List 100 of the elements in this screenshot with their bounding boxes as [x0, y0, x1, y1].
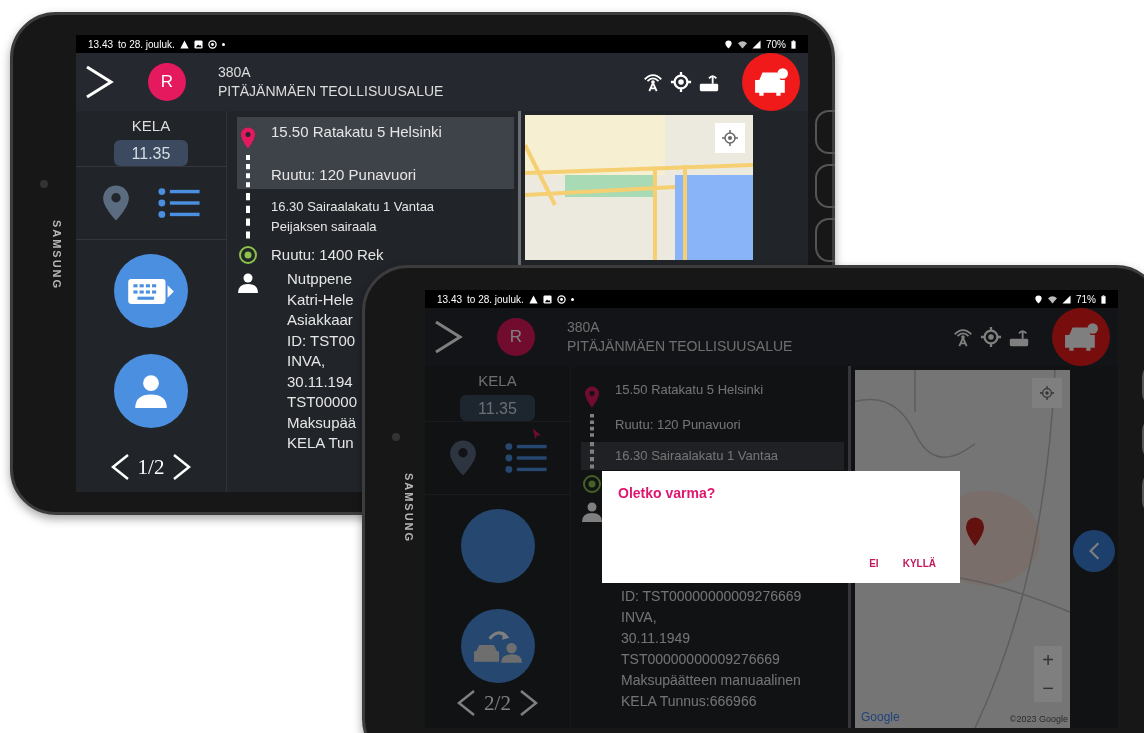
page-indicator: 2/2 [484, 690, 511, 716]
hardware-key[interactable] [815, 164, 835, 208]
status-date: to 28. jouluk. [467, 293, 524, 305]
dot-icon [570, 297, 574, 301]
battery-percent: 71% [1076, 293, 1096, 305]
stop-row[interactable]: 16.30 Sairaalakatu 1 Vantaa [581, 442, 844, 470]
dialog-title: Oletko varma? [618, 485, 717, 501]
battery-percent: 70% [766, 38, 786, 50]
stop-text: Ruutu: 1400 Rek [271, 245, 384, 265]
previous-page-icon[interactable] [109, 452, 130, 482]
avatar-badge: R [497, 318, 535, 356]
stop-text: TST00000 [287, 392, 358, 412]
car-icon [1064, 322, 1098, 352]
stop-text: ID: TST00000000009276669 [621, 587, 802, 606]
fare-time: 11.35 [113, 140, 189, 166]
chevron-right-icon[interactable] [84, 64, 114, 100]
stop-text: 30.11.1949 [621, 629, 691, 648]
crosshair-icon[interactable] [670, 71, 692, 93]
pickup-pin-icon [584, 386, 600, 408]
stop-row[interactable]: ID: TST00000000009276669 INVA, 30.11.1949 TST00000000009276669 Maksupäätteen manuaalinen KELA Tunnus:666966 [581, 498, 806, 712]
image-icon [542, 294, 552, 304]
chevron-left-icon [1088, 541, 1100, 561]
crosshair-icon [1040, 386, 1054, 400]
warning-icon [528, 294, 538, 304]
target-icon [556, 294, 566, 304]
locate-button[interactable] [1032, 378, 1062, 408]
route-code: 380A [218, 63, 252, 82]
stop-text: Peijaksen sairaala [271, 218, 377, 236]
fare-time: 11.35 [460, 395, 535, 421]
next-page-icon[interactable] [172, 452, 193, 482]
keyboard-icon [128, 276, 174, 306]
camera-icon [392, 433, 400, 441]
hardware-key[interactable] [815, 218, 835, 262]
route-name: PITÄJÄNMÄEN TEOLLISUUSALUE [218, 82, 444, 101]
signal-icon [752, 39, 761, 49]
stop-row[interactable]: Ruutu: 1400 Rek [237, 245, 388, 265]
wifi-icon [1048, 294, 1057, 304]
camera-icon [40, 180, 48, 188]
car-status-button[interactable] [742, 53, 800, 111]
customer-icon [238, 273, 258, 293]
battery-icon [791, 39, 796, 49]
stop-text: Ruutu: 120 Punavuori [271, 165, 417, 185]
status-time: 13.43 [88, 38, 114, 50]
route-name: PITÄJÄNMÄEN TEOLLISUUSALUE [567, 337, 793, 356]
stop-row[interactable]: Nutppene Katri-Hele Asiakkaar ID: TST00 INVA, 30.11.194 TST00000 Maksupää KELA Tun [237, 269, 362, 454]
stop-text: INVA, [287, 351, 326, 371]
back-button[interactable] [1073, 530, 1115, 572]
image-icon [193, 39, 203, 49]
dashed-route-line [246, 193, 250, 241]
stop-text: INVA, [621, 608, 657, 627]
stop-text: Maksupäätteen manuaalinen [621, 671, 801, 690]
status-time: 13.43 [437, 293, 463, 305]
dashed-route-line [246, 155, 250, 189]
crosshair-icon [722, 130, 738, 146]
stop-text: 16.30 Sairaalakatu 1 Vantaa [271, 198, 435, 216]
antenna-icon[interactable] [642, 71, 664, 93]
warning-icon [179, 39, 189, 49]
stop-text: ID: TST00 [287, 330, 356, 351]
hardware-key[interactable] [815, 110, 835, 154]
zoom-out-button[interactable]: − [1034, 674, 1062, 702]
stop-text: Ruutu: 120 Punavuori [615, 416, 741, 434]
map-pin-icon[interactable] [102, 183, 130, 223]
stop-text: TST00000000009276669 [621, 650, 780, 669]
stop-text: Maksupää [287, 412, 357, 433]
dashed-route-line [590, 414, 594, 438]
destination-ring-icon [238, 245, 258, 265]
stop-text: Nutppene [287, 269, 353, 289]
stop-text: Asiakkaar [287, 310, 353, 330]
stop-row[interactable]: 15.50 Ratakatu 5 Helsinki Ruutu: 120 Punavuori [237, 117, 514, 189]
dialog-button[interactable]: EI [861, 552, 887, 575]
brand-label: SAMSUNG [51, 219, 63, 291]
wifi-icon [738, 39, 747, 49]
location-icon [724, 39, 733, 49]
avatar-badge: R [148, 63, 186, 101]
person-icon [133, 373, 169, 409]
route-code: 380A [567, 318, 601, 337]
stop-text: 15.50 Ratakatu 5 Helsinki [271, 122, 442, 142]
map-logo: Google [861, 710, 900, 724]
page-indicator: 1/2 [137, 454, 165, 480]
dialog-button[interactable]: KYLLÄ [894, 552, 944, 575]
pickup-pin-icon [240, 127, 256, 149]
list-icon[interactable] [158, 187, 200, 219]
car-icon [754, 67, 788, 97]
target-icon [207, 39, 217, 49]
brand-label: SAMSUNG [403, 472, 415, 544]
map-marker-icon [966, 517, 984, 546]
stop-text: Katri-Hele [287, 289, 354, 310]
status-date: to 28. jouluk. [118, 38, 175, 50]
location-icon [1034, 294, 1043, 304]
stop-text: KELA Tun [287, 433, 354, 453]
stop-row[interactable]: 15.50 Ratakatu 5 Helsinki Ruutu: 120 Punavuori [581, 376, 768, 438]
stop-text: 15.50 Ratakatu 5 Helsinki [615, 381, 764, 399]
destination-ring-icon [582, 474, 602, 494]
stop-text: KELA Tunnus:666966 [621, 692, 757, 711]
stop-text: 16.30 Sairaalakatu 1 Vantaa [615, 447, 779, 465]
fare-label: KELA [478, 372, 517, 389]
battery-icon [1101, 294, 1106, 304]
locate-button[interactable] [715, 123, 745, 153]
stop-row[interactable]: 16.30 Sairaalakatu 1 Vantaa Peijaksen sairaala [237, 193, 439, 241]
zoom-in-button[interactable]: + [1034, 646, 1062, 674]
